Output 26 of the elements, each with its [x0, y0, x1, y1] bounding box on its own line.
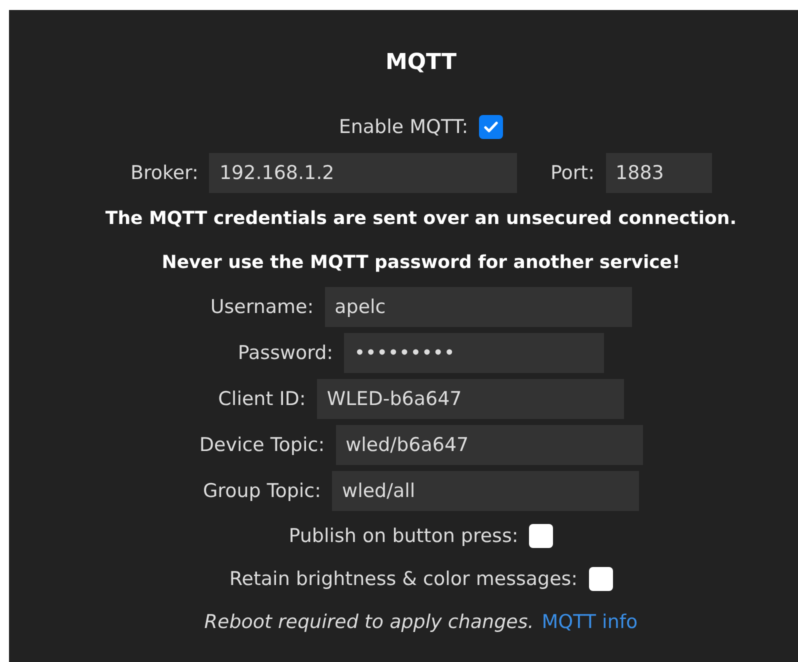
reboot-note: Reboot required to apply changes.: [204, 611, 534, 633]
field-label: Username:: [210, 296, 314, 318]
checkbox-label: Enable MQTT:: [338, 116, 468, 138]
input-field[interactable]: apelc: [324, 287, 632, 327]
input-field[interactable]: wled/all: [332, 471, 640, 511]
checkbox[interactable]: [479, 115, 504, 139]
input-field[interactable]: 1883: [606, 153, 712, 193]
field-label: Device Topic:: [199, 434, 325, 456]
info-link[interactable]: MQTT info: [542, 611, 638, 633]
checkbox[interactable]: [529, 524, 554, 548]
input-field[interactable]: wled/b6a647: [336, 425, 643, 465]
input-field[interactable]: •••••••••: [344, 333, 604, 373]
field-label: Port:: [550, 162, 595, 184]
warning-text: Never use the MQTT password for another service!: [162, 250, 680, 274]
field-label: Group Topic:: [202, 480, 322, 502]
checkbox-label: Publish on button press:: [288, 524, 518, 546]
field-label: Password:: [238, 342, 334, 364]
section-title: MQTT: [385, 50, 457, 76]
field-label: Client ID:: [218, 388, 306, 410]
warning-text: The MQTT credentials are sent over an unsecured connection.: [105, 206, 737, 230]
checkbox-label: Retain brightness & color messages:: [229, 568, 578, 590]
checkmark-icon: [483, 119, 500, 135]
input-field[interactable]: WLED-b6a647: [316, 379, 624, 419]
input-field[interactable]: 192.168.1.2: [209, 153, 518, 193]
checkbox[interactable]: [588, 566, 613, 590]
field-label: Broker:: [130, 162, 198, 184]
